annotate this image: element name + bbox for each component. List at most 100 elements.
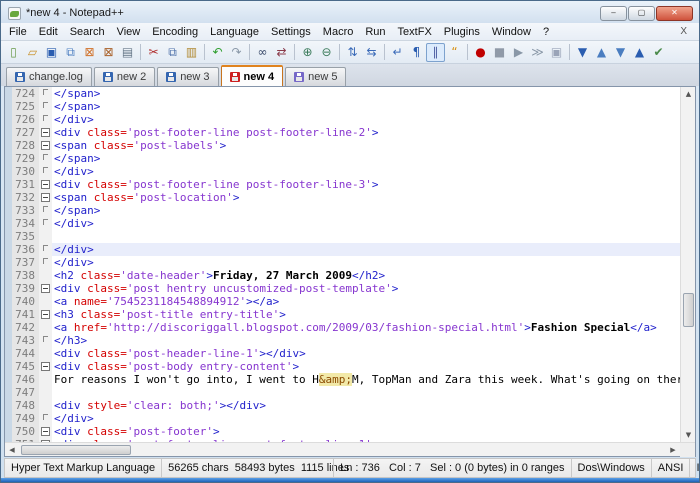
save-macro-button[interactable]: ▣ xyxy=(547,43,566,62)
run-macro-multiple-button[interactable]: ≫ xyxy=(528,43,547,62)
code-text[interactable]: </span> xyxy=(52,204,680,217)
fold-collapse-icon[interactable] xyxy=(41,180,50,189)
bookmark-margin[interactable] xyxy=(5,100,12,113)
code-text[interactable]: <div class='post-footer-line post-footer… xyxy=(52,178,680,191)
bookmark-margin[interactable] xyxy=(5,373,12,386)
vertical-scroll-thumb[interactable] xyxy=(683,293,694,327)
undo-button[interactable]: ↶ xyxy=(208,43,227,62)
code-text[interactable]: </div> xyxy=(52,412,680,425)
fold-margin[interactable] xyxy=(39,178,52,191)
bookmark-margin[interactable] xyxy=(5,347,12,360)
save-file-button[interactable]: ▣ xyxy=(42,43,61,62)
fold-collapse-icon[interactable] xyxy=(41,362,50,371)
fold-collapse-icon[interactable] xyxy=(41,310,50,319)
scroll-down-arrow-icon[interactable]: ▼ xyxy=(681,428,696,442)
code-text[interactable]: </h3> xyxy=(52,334,680,347)
code-text[interactable]: </div> xyxy=(52,217,680,230)
code-text[interactable]: For reasons I won't go into, I went to H… xyxy=(52,373,680,386)
menu-item-settings[interactable]: Settings xyxy=(265,25,317,39)
fold-collapse-icon[interactable] xyxy=(41,141,50,150)
code-text[interactable]: <span class='post-location'> xyxy=(52,191,680,204)
code-text[interactable]: <div class='post-body entry-content'> xyxy=(52,360,680,373)
fold-margin[interactable] xyxy=(39,100,52,113)
textfx-spellcheck-button[interactable]: ✔ xyxy=(649,43,668,62)
bookmark-margin[interactable] xyxy=(5,87,12,100)
zoom-in-button[interactable]: ⊕ xyxy=(298,43,317,62)
code-text[interactable]: </div> xyxy=(52,256,680,269)
bookmark-margin[interactable] xyxy=(5,204,12,217)
code-text[interactable]: <a name='7545231184548894912'></a> xyxy=(52,295,680,308)
fold-margin[interactable] xyxy=(39,347,52,360)
find-button[interactable]: ∞ xyxy=(253,43,272,62)
code-text[interactable]: </div> xyxy=(52,113,680,126)
fold-margin[interactable] xyxy=(39,256,52,269)
menu-item-edit[interactable]: Edit xyxy=(33,25,64,39)
code-text[interactable] xyxy=(52,230,680,243)
code-text[interactable]: <h3 class='post-title entry-title'> xyxy=(52,308,680,321)
fold-margin[interactable] xyxy=(39,412,52,425)
tab-change-log[interactable]: change.log xyxy=(6,67,92,86)
fold-margin[interactable] xyxy=(39,399,52,412)
fold-margin[interactable] xyxy=(39,373,52,386)
code-text[interactable]: </span> xyxy=(52,152,680,165)
bookmark-margin[interactable] xyxy=(5,412,12,425)
code-text[interactable] xyxy=(52,386,680,399)
horizontal-scroll-thumb[interactable] xyxy=(21,445,131,455)
bookmark-margin[interactable] xyxy=(5,321,12,334)
maximize-button[interactable]: ▢ xyxy=(628,6,655,21)
code-text[interactable]: </div> xyxy=(52,243,680,256)
bookmark-margin[interactable] xyxy=(5,139,12,152)
bookmark-margin[interactable] xyxy=(5,282,12,295)
show-all-characters-button[interactable]: ¶ xyxy=(407,43,426,62)
copy-button[interactable]: ⧉ xyxy=(163,43,182,62)
find-replace-button[interactable]: ⇄ xyxy=(272,43,291,62)
bookmark-margin[interactable] xyxy=(5,191,12,204)
menu-item-window[interactable]: Window xyxy=(486,25,537,39)
open-file-button[interactable]: ▱ xyxy=(23,43,42,62)
tab-new-4[interactable]: new 4 xyxy=(221,65,284,86)
code-text[interactable]: <div class='post hentry uncustomized-pos… xyxy=(52,282,680,295)
word-wrap-button[interactable]: ↵ xyxy=(388,43,407,62)
menu-item-help[interactable]: ? xyxy=(537,25,555,39)
fold-margin[interactable] xyxy=(39,282,52,295)
new-file-button[interactable]: ▯ xyxy=(4,43,23,62)
textfx-up-button[interactable]: ▲ xyxy=(592,43,611,62)
fold-margin[interactable] xyxy=(39,360,52,373)
fold-margin[interactable] xyxy=(39,113,52,126)
menu-item-textfx[interactable]: TextFX xyxy=(392,25,438,39)
code-text[interactable]: </div> xyxy=(52,165,680,178)
close-button[interactable]: ✕ xyxy=(656,6,693,21)
fold-collapse-icon[interactable] xyxy=(41,284,50,293)
horizontal-scrollbar[interactable]: ◀ ▶ xyxy=(5,442,695,456)
menu-item-language[interactable]: Language xyxy=(204,25,265,39)
fold-margin[interactable] xyxy=(39,308,52,321)
bookmark-margin[interactable] xyxy=(5,243,12,256)
bookmark-margin[interactable] xyxy=(5,113,12,126)
record-macro-button[interactable]: ● xyxy=(471,43,490,62)
fold-margin[interactable] xyxy=(39,269,52,282)
fold-margin[interactable] xyxy=(39,334,52,347)
code-text[interactable]: <h2 class='date-header'>Friday, 27 March… xyxy=(52,269,680,282)
tab-new-3[interactable]: new 3 xyxy=(157,67,218,86)
textfx-sort-descending-button[interactable]: ▼ xyxy=(573,43,592,62)
bookmark-margin[interactable] xyxy=(5,165,12,178)
tab-new-2[interactable]: new 2 xyxy=(94,67,155,86)
fold-margin[interactable] xyxy=(39,321,52,334)
code-text[interactable]: </span> xyxy=(52,100,680,113)
fold-margin[interactable] xyxy=(39,139,52,152)
fold-margin[interactable] xyxy=(39,425,52,438)
save-all-button[interactable]: ⧉ xyxy=(61,43,80,62)
bookmark-margin[interactable] xyxy=(5,399,12,412)
textfx-down-button[interactable]: ▼ xyxy=(611,43,630,62)
fold-margin[interactable] xyxy=(39,152,52,165)
fold-margin[interactable] xyxy=(39,386,52,399)
vertical-scrollbar[interactable]: ▲ ▼ xyxy=(680,87,695,442)
bookmark-margin[interactable] xyxy=(5,360,12,373)
bookmark-margin[interactable] xyxy=(5,217,12,230)
code-lines[interactable]: 724</span>725</span>726</div>727<div cla… xyxy=(5,87,680,442)
bookmark-margin[interactable] xyxy=(5,178,12,191)
print-button[interactable]: ▤ xyxy=(118,43,137,62)
bookmark-margin[interactable] xyxy=(5,269,12,282)
menu-item-encoding[interactable]: Encoding xyxy=(146,25,204,39)
code-text[interactable]: </span> xyxy=(52,87,680,100)
